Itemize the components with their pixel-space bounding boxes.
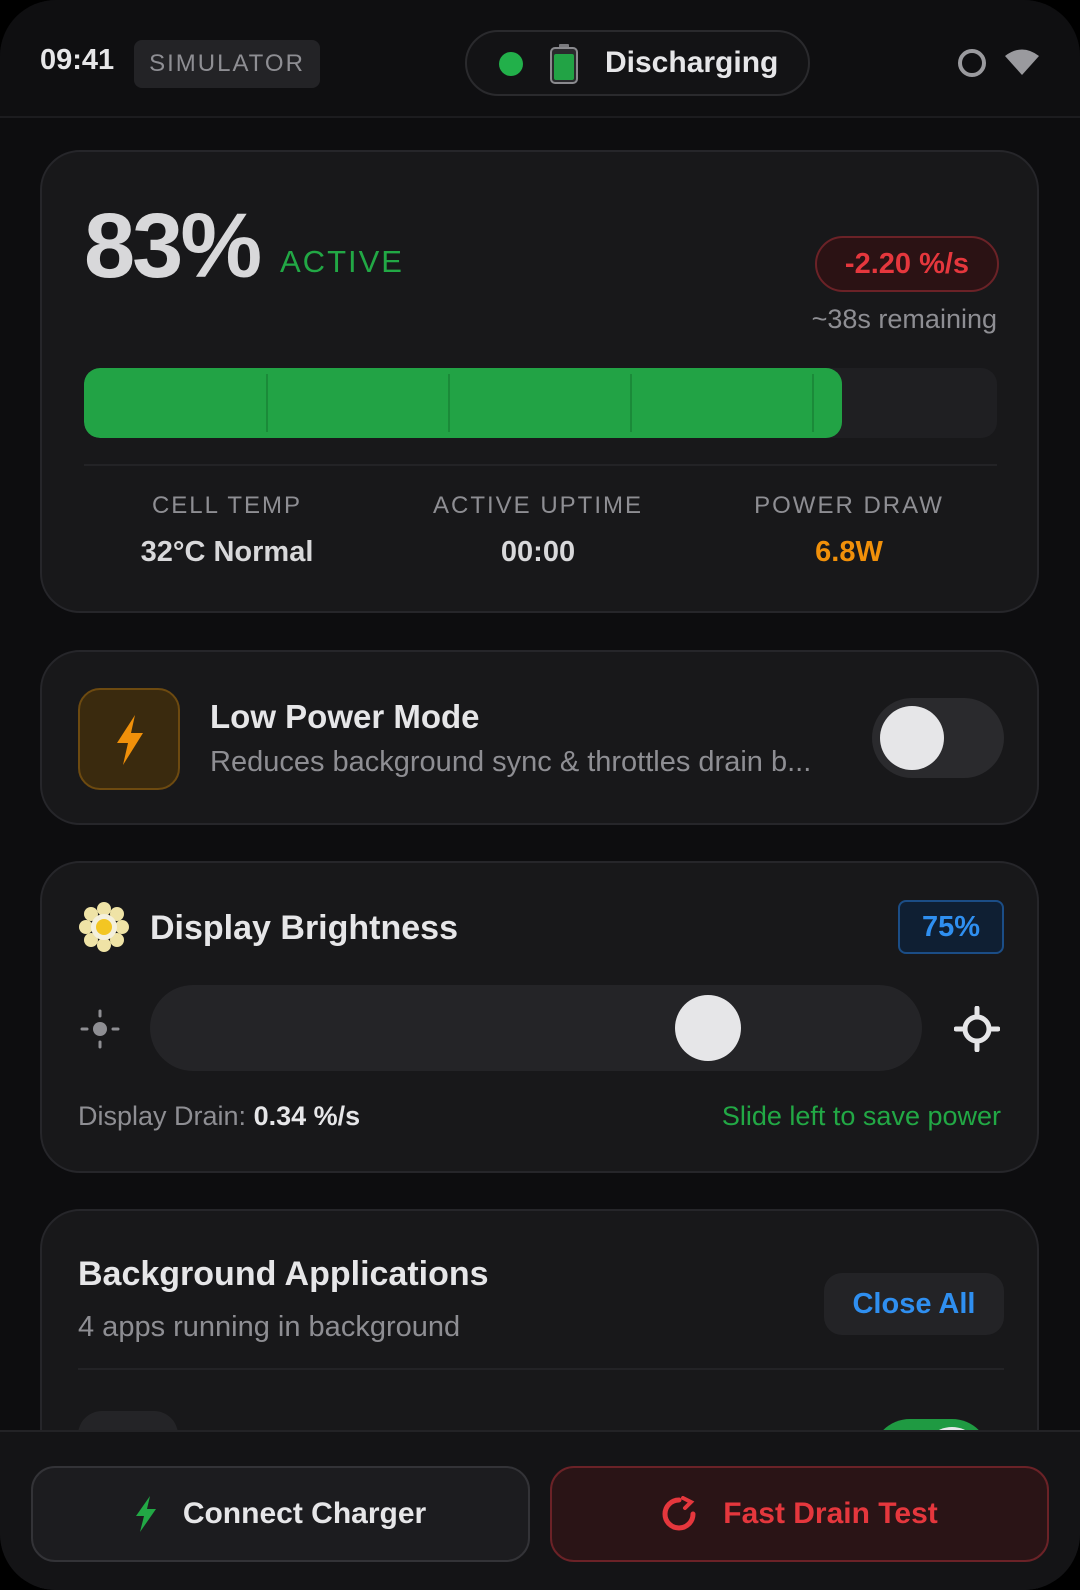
- battery-card: 83% ACTIVE -2.20 %/s ~38s remaining CELL…: [40, 150, 1039, 613]
- brightness-percent-badge: 75%: [898, 900, 1004, 954]
- stat-active-uptime: ACTIVE UPTIME 00:00: [388, 492, 688, 569]
- bar-segment: [812, 374, 814, 432]
- status-bar: 09:41 SIMULATOR Discharging: [0, 0, 1080, 118]
- time-remaining: ~38s remaining: [811, 304, 997, 334]
- background-apps-divider: [78, 1368, 1004, 1370]
- battery-level-fill: [84, 368, 842, 438]
- battery-level-bar: [84, 368, 997, 438]
- stat-cell-temp: CELL TEMP 32°C Normal: [77, 492, 377, 569]
- stat-value: 00:00: [500, 536, 576, 568]
- low-power-title: Low Power Mode: [210, 698, 480, 735]
- bar-segment: [630, 374, 632, 432]
- display-drain: Display Drain: 0.34 %/s: [78, 1101, 360, 1132]
- fast-drain-label: Fast Drain Test: [723, 1497, 938, 1530]
- stat-label: POWER DRAW: [754, 492, 944, 519]
- close-all-button[interactable]: Close All: [824, 1273, 1004, 1335]
- toggle-knob: [880, 706, 944, 770]
- dim-sun-icon: [80, 1009, 120, 1049]
- wifi-icon: [1005, 49, 1039, 75]
- brightness-title: Display Brightness: [150, 909, 458, 947]
- low-power-toggle[interactable]: [872, 698, 1004, 778]
- connect-charger-label: Connect Charger: [182, 1497, 427, 1530]
- charge-status-pill: Discharging: [465, 30, 810, 96]
- refresh-icon: [662, 1496, 696, 1531]
- status-dot: [499, 52, 523, 76]
- low-power-card: Low Power Mode Reduces background sync &…: [40, 650, 1039, 825]
- signal-ring-icon: [958, 49, 986, 77]
- low-power-subtitle: Reduces background sync & throttles drai…: [210, 746, 812, 778]
- bar-segment: [448, 374, 450, 432]
- simulator-badge: SIMULATOR: [134, 40, 320, 88]
- display-drain-label: Display Drain:: [78, 1101, 247, 1131]
- lightning-bolt-icon: [117, 715, 143, 765]
- connect-charger-button[interactable]: Connect Charger: [31, 1466, 530, 1562]
- battery-percent: 83%: [84, 195, 262, 297]
- bottom-action-bar: Connect Charger Fast Drain Test: [0, 1430, 1080, 1590]
- charge-state-text: Discharging: [605, 46, 779, 79]
- background-apps-title: Background Applications: [78, 1255, 489, 1293]
- sun-icon: [79, 902, 129, 952]
- save-power-hint: Slide left to save power: [721, 1101, 1001, 1131]
- drain-rate-badge: -2.20 %/s: [815, 236, 999, 292]
- background-apps-subtitle: 4 apps running in background: [78, 1311, 461, 1343]
- stat-value: 6.8W: [815, 536, 883, 568]
- stat-power-draw: POWER DRAW 6.8W: [699, 492, 999, 569]
- bar-segment: [266, 374, 268, 432]
- phone-screen: 09:41 SIMULATOR Discharging 83% ACTIVE -…: [0, 0, 1080, 1590]
- low-power-icon-box: [78, 688, 180, 790]
- slider-knob[interactable]: [675, 995, 741, 1061]
- fast-drain-test-button[interactable]: Fast Drain Test: [550, 1466, 1049, 1562]
- stats-divider: [84, 464, 997, 466]
- battery-state: ACTIVE: [280, 244, 404, 279]
- brightness-slider[interactable]: [150, 985, 922, 1071]
- bright-sun-icon: [954, 1006, 1000, 1052]
- lightning-bolt-icon: [135, 1496, 156, 1532]
- stat-label: ACTIVE UPTIME: [432, 492, 644, 519]
- display-drain-value: 0.34 %/s: [253, 1101, 361, 1131]
- stat-label: CELL TEMP: [151, 492, 303, 519]
- brightness-card: Display Brightness 75% Display Drain: 0.…: [40, 861, 1039, 1173]
- stat-value: 32°C Normal: [140, 536, 314, 568]
- clock: 09:41: [40, 44, 115, 76]
- battery-icon: [550, 44, 578, 84]
